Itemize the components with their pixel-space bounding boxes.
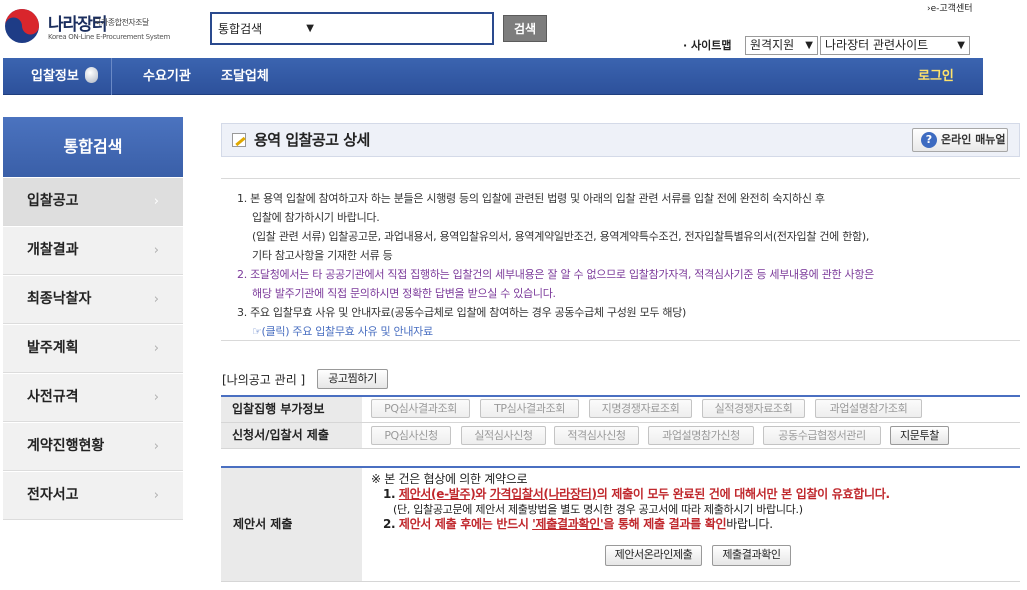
proposal-price-bid: 가격입찰서(나라장터) (489, 487, 597, 501)
proposal-item-1-note: (단, 입찰공고문에 제안서 제출방법을 별도 명시한 경우 공고서에 따라 제… (393, 503, 803, 516)
chevron-right-icon: › (153, 488, 159, 503)
chevron-right-icon: › (153, 292, 159, 307)
customer-center-link[interactable]: ›e-고객센터 (927, 1, 973, 14)
sidebar-item-label: 전자서고 (27, 487, 79, 503)
notice-line: 입찰에 참가하시기 바랍니다. (252, 211, 380, 224)
proposal-item-2-mid: 을 통해 제출 결과를 확인 (603, 517, 727, 531)
proposal-item-2-num: 2. (383, 517, 396, 531)
chevron-down-icon: ▼ (306, 23, 314, 34)
proposal-item-1-mid: 와 (475, 487, 487, 501)
my-notice-label: [나의공고 관리 ] (222, 373, 306, 387)
nav-vendor[interactable]: 조달업체 (221, 58, 269, 95)
nav-bid-info[interactable]: 입찰정보 (31, 58, 98, 95)
notice-line: 1. 본 용역 입찰에 참여하고자 하는 분들은 시행령 등의 입찰에 관련된 … (237, 192, 825, 205)
related-sites-select[interactable]: 나라장터 관련사이트 ▼ (820, 36, 970, 55)
submission-result-check-button[interactable]: 제출결과확인 (712, 545, 791, 566)
page-title: 용역 입찰공고 상세 (254, 131, 370, 149)
sidebar-item-label: 최종낙찰자 (27, 291, 92, 307)
chevron-right-icon: › (153, 194, 159, 209)
chevron-down-icon: ▼ (805, 40, 813, 51)
chevron-down-icon: ▼ (957, 40, 965, 51)
nav-divider (111, 58, 112, 95)
logo-english: Korea ON-Line E-Procurement System (48, 33, 170, 41)
sidebar-item-label: 사전규격 (27, 389, 79, 405)
online-manual-button[interactable]: ? 온라인 매뉴얼 (912, 128, 1008, 152)
proposal-item-2-red: 제안서 제출 후에는 반드시 (398, 517, 529, 531)
top-nav: 입찰정보 수요기관 조달업체 로그인 (3, 58, 983, 95)
pq-result-button[interactable]: PQ심사결과조회 (371, 399, 470, 418)
application-label: 신청서/입찰서 제출 (221, 423, 362, 448)
sidebar-item-label: 입찰공고 (27, 193, 79, 209)
proposal-content: ※ 본 건은 협상에 의한 계약으로 1. 제안서(e-발주)와 가격입찰서(나… (371, 472, 1011, 532)
submission-result-link[interactable]: '제출결과확인' (532, 517, 604, 531)
sidebar-item-e-archive[interactable]: 전자서고 › (3, 471, 183, 520)
chevron-right-icon: › (153, 243, 159, 258)
proposal-intro: ※ 본 건은 협상에 의한 계약으로 (371, 472, 528, 486)
nav-bid-info-label: 입찰정보 (31, 69, 79, 84)
performance-competition-button[interactable]: 실적경쟁자료조회 (702, 399, 805, 418)
proposal-item-2-end: 바랍니다. (726, 517, 773, 531)
sidebar-item-pre-spec[interactable]: 사전규격 › (3, 373, 183, 422)
remote-support-select[interactable]: 원격지원 ▼ (745, 36, 818, 55)
mouse-icon (84, 67, 98, 83)
task-briefing-inquiry-button[interactable]: 과업설명참가조회 (815, 399, 922, 418)
sidebar-item-label: 계약진행현황 (27, 438, 105, 454)
pq-apply-button[interactable]: PQ심사신청 (371, 426, 451, 445)
sidebar-item-final-winner[interactable]: 최종낙찰자 › (3, 275, 183, 324)
notice-line: 기타 참고사항을 기재한 서류 등 (252, 249, 393, 262)
notice-line: (입찰 관련 서류) 입찰공고문, 과업내용서, 용역입찰유의서, 용역계약일반… (252, 230, 870, 243)
proposal-item-2: 2. 제안서 제출 후에는 반드시 '제출결과확인'을 통해 제출 결과를 확인… (371, 517, 1011, 532)
performance-apply-button[interactable]: 실적심사신청 (461, 426, 546, 445)
proposal-item-1-rest: 의 제출이 모두 완료된 건에 대해서만 본 입찰이 유효합니다. (596, 487, 890, 501)
taegeuk-emblem-icon (5, 9, 39, 43)
proposal-e-order: 제안서(e-발주) (398, 487, 476, 501)
logo-subtitle: 국가종합전자조달 (94, 18, 149, 27)
bid-extra-label: 입찰집행 부가정보 (221, 397, 362, 422)
tp-result-button[interactable]: TP심사결과조회 (480, 399, 579, 418)
proposal-online-submit-button[interactable]: 제안서온라인제출 (605, 545, 702, 566)
edit-document-icon (232, 133, 246, 147)
sidebar-item-label: 발주계획 (27, 340, 79, 356)
fingerprint-bid-button[interactable]: 지문투찰 (890, 426, 949, 445)
sitemap-link[interactable]: · 사이트맵 (683, 37, 732, 53)
search-box[interactable]: 통합검색 ▼ (210, 12, 494, 45)
online-manual-label: 온라인 매뉴얼 (941, 133, 1006, 146)
invalid-bid-guide-link[interactable]: ☞(클릭) 주요 입찰무효 사유 및 안내자료 (237, 322, 1020, 341)
sidebar-item-contract-status[interactable]: 계약진행현황 › (3, 422, 183, 471)
nav-demand-org[interactable]: 수요기관 (143, 58, 191, 95)
notice-box: 1. 본 용역 입찰에 참여하고자 하는 분들은 시행령 등의 입찰에 관련된 … (221, 178, 1020, 341)
sidebar-item-bid-notice[interactable]: 입찰공고 › (3, 177, 183, 226)
login-link[interactable]: 로그인 (918, 58, 954, 95)
related-sites-value: 나라장터 관련사이트 (825, 38, 929, 52)
logo[interactable]: 나라장터 국가종합전자조달 Korea ON-Line E-Procuremen… (4, 6, 204, 46)
qualification-apply-button[interactable]: 적격심사신청 (554, 426, 639, 445)
search-button[interactable]: 검색 (503, 15, 547, 42)
search-scope-value: 통합검색 (218, 22, 263, 36)
chevron-right-icon: › (153, 390, 159, 405)
sidebar-item-opening-result[interactable]: 개찰결과 › (3, 226, 183, 275)
proposal-item-1: 1. 제안서(e-발주)와 가격입찰서(나라장터)의 제출이 모두 완료된 건에… (371, 487, 1011, 502)
question-icon: ? (921, 132, 937, 148)
notice-line: 해당 발주기관에 직접 문의하시면 정확한 답변을 받으실 수 있습니다. (252, 287, 556, 300)
task-briefing-apply-button[interactable]: 과업설명참가신청 (648, 426, 754, 445)
joint-agreement-button[interactable]: 공동수급협정서관리 (763, 426, 881, 445)
sidebar-menu: 입찰공고 › 개찰결과 › 최종낙찰자 › 발주계획 › 사전규격 › 계약진행… (3, 177, 183, 520)
search-scope-select[interactable]: 통합검색 ▼ (216, 19, 320, 39)
notice-line: 2. 조달청에서는 타 공공기관에서 직접 집행하는 입찰건의 세부내용은 잘 … (237, 268, 874, 281)
sidebar-title: 통합검색 (3, 117, 183, 177)
bookmark-notice-button[interactable]: 공고찜하기 (317, 369, 388, 389)
sidebar-item-label: 개찰결과 (27, 242, 79, 258)
proposal-label: 제안서 제출 (221, 468, 362, 581)
chevron-right-icon: › (153, 439, 159, 454)
page-title-bar: 용역 입찰공고 상세 ? 온라인 매뉴얼 (221, 123, 1020, 157)
designated-competition-button[interactable]: 지명경쟁자료조회 (589, 399, 692, 418)
remote-support-value: 원격지원 (750, 38, 795, 52)
chevron-right-icon: › (153, 341, 159, 356)
sidebar-item-order-plan[interactable]: 발주계획 › (3, 324, 183, 373)
proposal-item-1-num: 1. (383, 487, 396, 501)
notice-line: 3. 주요 입찰무효 사유 및 안내자료(공동수급체로 입찰에 참여하는 경우 … (237, 306, 687, 319)
